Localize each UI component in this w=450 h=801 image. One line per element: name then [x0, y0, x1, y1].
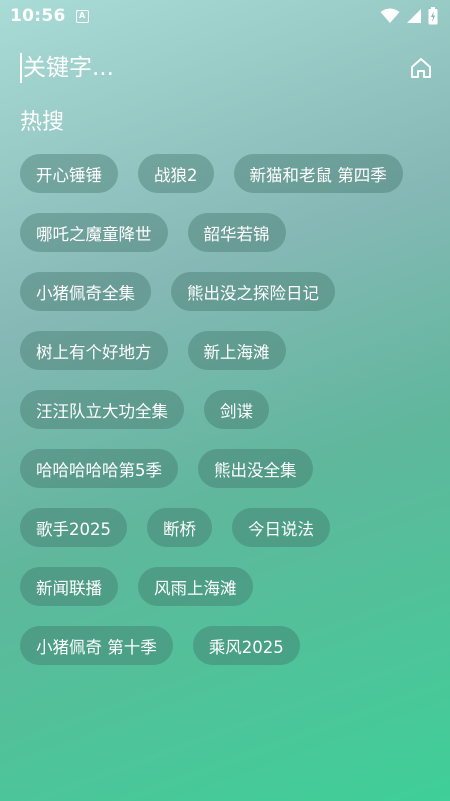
search-input-wrapper [20, 53, 323, 83]
hot-search-tag[interactable]: 开心锤锤 [20, 154, 118, 193]
notification-icon: A [75, 9, 89, 23]
tag-row: 新闻联播 风雨上海滩 [20, 567, 435, 606]
hot-search-tag[interactable]: 哈哈哈哈哈第5季 [20, 449, 178, 488]
status-time: 10:56 [10, 6, 66, 26]
wifi-icon [380, 8, 400, 23]
hot-search-tag[interactable]: 小猪佩奇 第十季 [20, 626, 173, 665]
hot-search-tag[interactable]: 新闻联播 [20, 567, 118, 606]
home-button[interactable] [406, 53, 436, 83]
tag-row: 汪汪队立大功全集 剑谍 [20, 390, 435, 429]
hot-search-tag[interactable]: 熊出没之探险日记 [171, 272, 335, 311]
hot-search-tag[interactable]: 断桥 [147, 508, 212, 547]
search-input[interactable] [23, 55, 323, 81]
hot-search-list: 开心锤锤 战狼2 新猫和老鼠 第四季 哪吒之魔童降世 韶华若锦 小猪佩奇全集 熊… [20, 154, 435, 665]
hot-search-tag[interactable]: 韶华若锦 [187, 213, 286, 252]
tag-row: 哈哈哈哈哈第5季 熊出没全集 [20, 449, 435, 488]
signal-icon [407, 9, 421, 23]
text-cursor [20, 53, 22, 83]
hot-search-tag[interactable]: 今日说法 [232, 508, 330, 547]
hot-search-tag[interactable]: 风雨上海滩 [138, 567, 253, 606]
hot-search-tag[interactable]: 汪汪队立大功全集 [20, 390, 184, 429]
tag-row: 哪吒之魔童降世 韶华若锦 [20, 213, 435, 252]
hot-search-tag[interactable]: 哪吒之魔童降世 [20, 213, 168, 252]
tag-row: 开心锤锤 战狼2 新猫和老鼠 第四季 [20, 154, 435, 193]
tag-row: 小猪佩奇全集 熊出没之探险日记 [20, 272, 435, 311]
tag-row: 小猪佩奇 第十季 乘风2025 [20, 626, 435, 665]
hot-search-tag[interactable]: 小猪佩奇全集 [20, 272, 151, 311]
tag-row: 树上有个好地方 新上海滩 [20, 331, 435, 370]
hot-search-tag[interactable]: 歌手2025 [20, 508, 127, 547]
hot-search-tag[interactable]: 剑谍 [204, 390, 269, 429]
battery-icon [428, 7, 438, 25]
hot-search-tag[interactable]: 熊出没全集 [198, 449, 313, 488]
tag-row: 歌手2025 断桥 今日说法 [20, 508, 435, 547]
hot-search-tag[interactable]: 战狼2 [138, 154, 214, 193]
hot-search-title: 热搜 [20, 110, 65, 135]
home-icon [411, 58, 431, 78]
status-bar: 10:56 A [0, 0, 450, 32]
hot-search-tag[interactable]: 新猫和老鼠 第四季 [233, 154, 403, 193]
search-bar [0, 44, 450, 92]
hot-search-tag[interactable]: 乘风2025 [192, 626, 300, 665]
hot-search-tag[interactable]: 树上有个好地方 [20, 331, 168, 370]
hot-search-tag[interactable]: 新上海滩 [187, 331, 286, 370]
